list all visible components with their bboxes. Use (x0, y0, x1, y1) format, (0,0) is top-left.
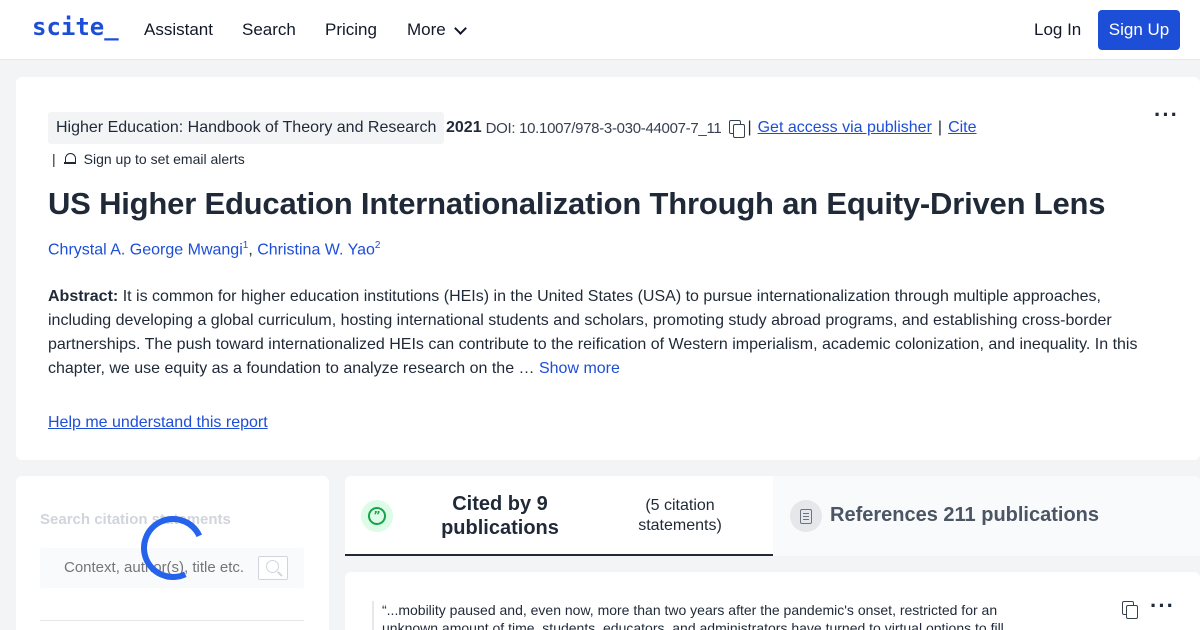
show-more-link[interactable]: Show more (539, 360, 620, 377)
more-options-icon[interactable]: ··· (1150, 593, 1175, 619)
page-title: US Higher Education Internationalization… (48, 186, 1106, 221)
separator: , (248, 241, 258, 259)
journal-chip[interactable]: Higher Education: Handbook of Theory and… (48, 112, 445, 144)
document-icon (790, 500, 822, 532)
nav-assistant[interactable]: Assistant (144, 20, 213, 40)
nav-more-label: More (407, 20, 446, 39)
copy-icon[interactable] (1122, 601, 1138, 619)
access-publisher-link[interactable]: Get access via publisher (758, 119, 932, 137)
nav-pricing[interactable]: Pricing (325, 20, 377, 40)
doi-text: DOI: 10.1007/978-3-030-44007-7_11 (485, 119, 722, 137)
email-alert[interactable]: | Sign up to set email alerts (52, 151, 245, 167)
cited-by-label: Cited by 9 publications (441, 493, 559, 539)
cite-link[interactable]: Cite (948, 119, 976, 137)
nav-more[interactable]: More (407, 20, 467, 40)
nav-search[interactable]: Search (242, 20, 296, 40)
scite-logo[interactable]: scite_ (32, 13, 119, 41)
separator: | (747, 119, 752, 136)
abstract: Abstract: It is common for higher educat… (48, 285, 1158, 381)
author-link[interactable]: Christina W. Yao (257, 241, 375, 258)
separator: | (937, 119, 943, 136)
bell-icon (63, 152, 76, 166)
abstract-label: Abstract: (48, 288, 119, 305)
divider (40, 620, 304, 621)
author-link[interactable]: Chrystal A. George Mwangi (48, 241, 243, 258)
author-list: Chrystal A. George Mwangi1, Christina W.… (48, 240, 380, 259)
email-alert-label: Sign up to set email alerts (83, 151, 245, 167)
help-understand-link[interactable]: Help me understand this report (48, 414, 268, 432)
login-link[interactable]: Log In (1034, 20, 1081, 40)
separator: | (52, 151, 56, 167)
more-options-icon[interactable]: ··· (1154, 102, 1179, 128)
publication-year: 2021 (446, 119, 482, 136)
top-nav: scite_ Assistant Search Pricing More Log… (0, 0, 1200, 60)
chevron-down-icon (453, 21, 467, 35)
signup-button[interactable]: Sign Up (1098, 10, 1180, 50)
citation-statements-count: (5 citation statements) (638, 497, 722, 534)
paper-meta: 2021 DOI: 10.1007/978-3-030-44007-7_11 |… (446, 119, 977, 138)
quote-icon: ” (361, 500, 393, 532)
copy-icon[interactable] (729, 120, 746, 138)
author-affiliation: 2 (374, 240, 381, 251)
citation-snippet: “...mobility paused and, even now, more … (372, 601, 1012, 630)
references-label: References 211 publications (830, 504, 1100, 526)
citation-search-label: Search citation statements (40, 511, 231, 528)
